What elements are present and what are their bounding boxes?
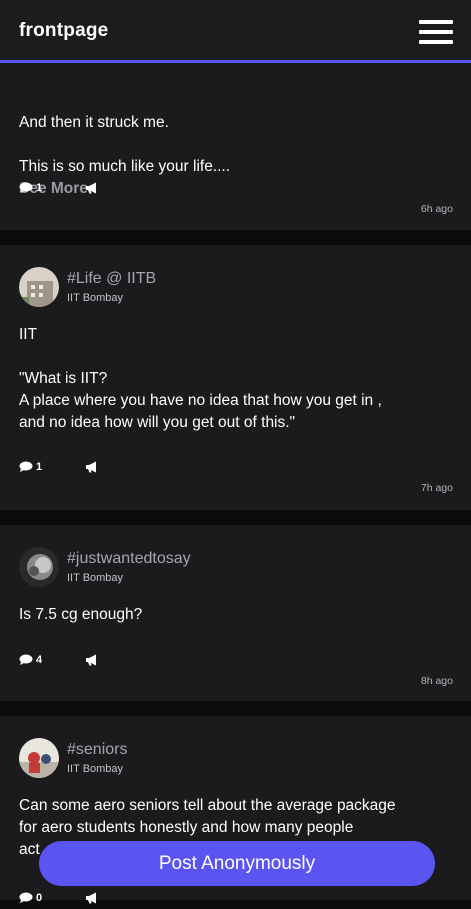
top-bar: frontpage (0, 0, 471, 63)
comment-count: 1 (36, 182, 43, 194)
comment-button[interactable]: 1 (19, 180, 42, 196)
megaphone-icon (86, 654, 96, 666)
avatar (19, 267, 59, 307)
comment-button[interactable]: 1 (19, 459, 42, 475)
share-button[interactable] (85, 653, 98, 671)
megaphone-icon (86, 182, 96, 194)
post-body: IIT "What is IIT? A place where you have… (19, 326, 382, 431)
megaphone-icon (86, 892, 96, 904)
comment-count: 4 (36, 654, 43, 666)
share-button[interactable] (85, 891, 98, 909)
share-button[interactable] (85, 181, 98, 199)
comment-icon (19, 461, 33, 472)
share-button[interactable] (85, 460, 98, 478)
comment-icon (19, 892, 33, 903)
post-tag[interactable]: #Life @ IITB (67, 270, 156, 288)
post-anonymously-button[interactable]: Post Anonymously (39, 841, 435, 886)
post-organization: IIT Bombay (67, 572, 124, 584)
comment-button[interactable]: 4 (19, 652, 42, 668)
avatar (19, 738, 59, 778)
megaphone-icon (86, 461, 96, 473)
app-title[interactable]: frontpage (19, 20, 108, 42)
comment-icon (19, 182, 33, 193)
post-organization: IIT Bombay (67, 292, 124, 304)
comment-count: 0 (36, 892, 43, 904)
post-tag[interactable]: #justwantedtosay (67, 550, 191, 568)
post-timestamp: 6h ago (420, 203, 453, 215)
post-body: Is 7.5 cg enough? (19, 606, 143, 623)
hamburger-menu-icon[interactable] (419, 20, 455, 46)
comment-icon (19, 654, 33, 665)
comment-button[interactable]: 0 (19, 890, 42, 906)
post-tag[interactable]: #seniors (67, 741, 127, 759)
post-card[interactable]: And then it struck me. This is so much l… (0, 63, 471, 230)
post-timestamp: 8h ago (420, 675, 453, 687)
post-organization: IIT Bombay (67, 763, 124, 775)
post-body: And then it struck me. This is so much l… (19, 114, 231, 175)
post-card[interactable]: #Life @ IITB IIT Bombay IIT "What is IIT… (0, 245, 471, 510)
post-card[interactable]: #justwantedtosay IIT Bombay Is 7.5 cg en… (0, 525, 471, 701)
avatar (19, 547, 59, 587)
comment-count: 1 (36, 461, 43, 473)
post-timestamp: 7h ago (420, 482, 453, 494)
